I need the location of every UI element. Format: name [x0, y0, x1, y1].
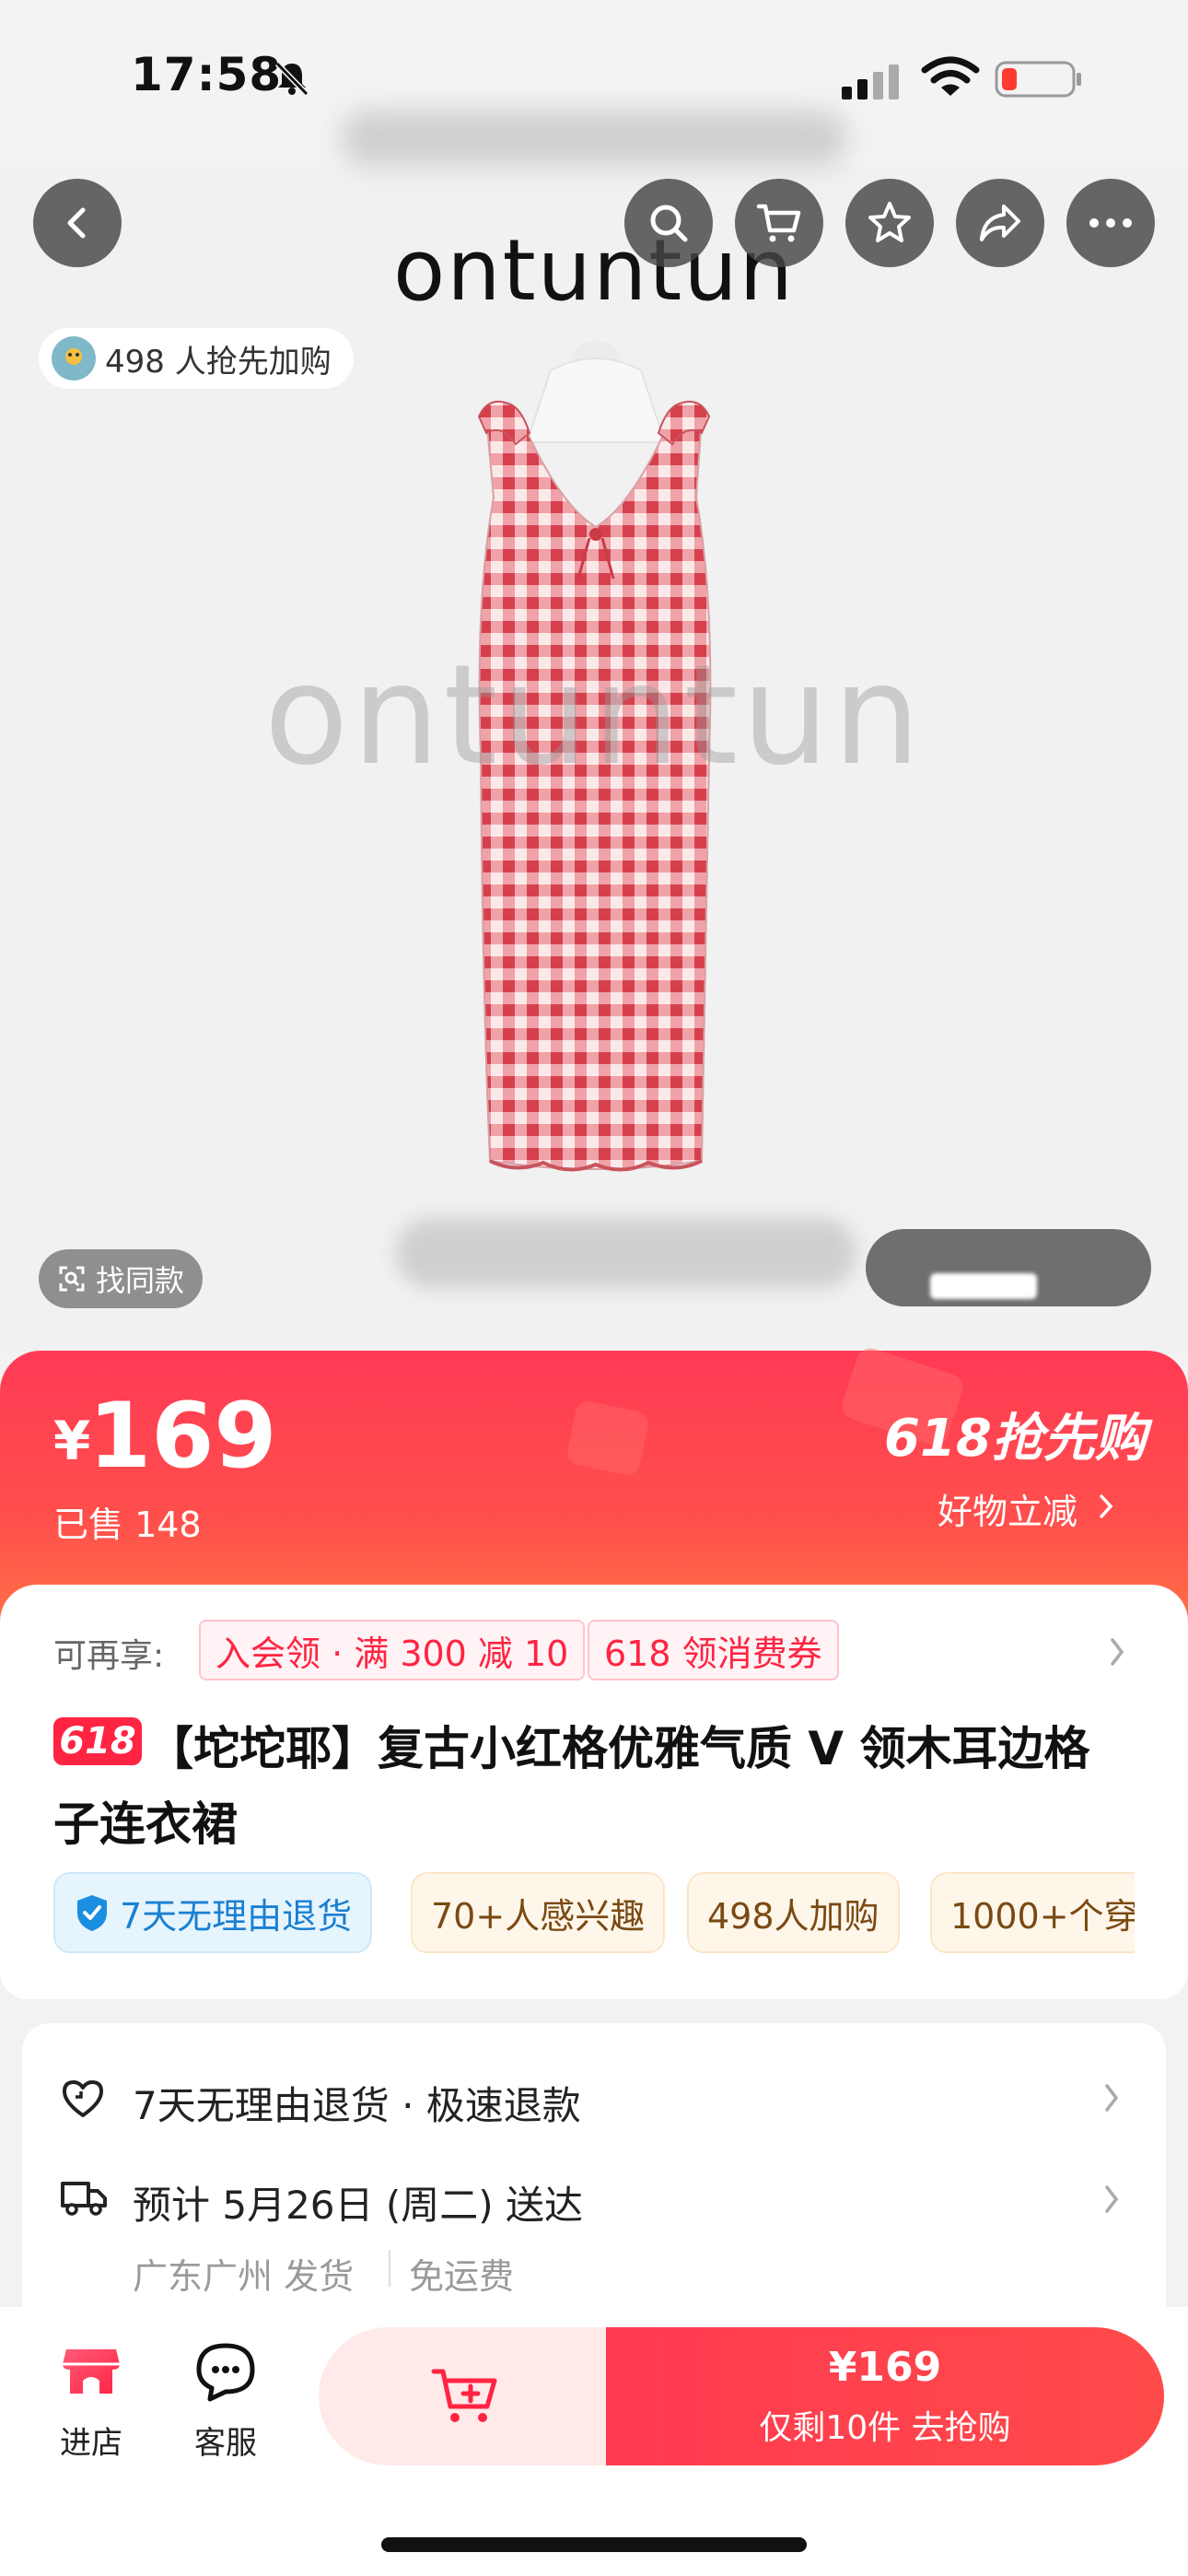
user-avatar-icon — [52, 336, 96, 381]
tag-return-label: 7天无理由退货 — [120, 1895, 353, 1937]
promo-title: 618抢先购 — [884, 1409, 1147, 1469]
delivery-truck-icon — [61, 2182, 107, 2216]
star-icon — [868, 202, 911, 242]
tag-wear-count[interactable]: 1000+个穿 — [930, 1872, 1135, 1953]
service-label: 客服 — [194, 2425, 257, 2462]
rush-purchase-pill: 498 人抢先加购 — [39, 328, 354, 389]
home-indicator — [381, 2537, 807, 2552]
product-title-line2: 子连衣裙 — [53, 1797, 238, 1851]
find-similar-label: 找同款 — [96, 1263, 185, 1298]
blurred-action-chip-label — [930, 1273, 1037, 1299]
delivery-estimate-text[interactable]: 预计 5月26日 (周二) 送达 — [133, 2174, 583, 2231]
scan-icon — [59, 1266, 85, 1292]
shipping-fee-text: 免运费 — [409, 2256, 515, 2297]
coupon-decoration-icon — [567, 1401, 648, 1475]
chevron-right-icon[interactable] — [1107, 1636, 1127, 1668]
coupon-member-tag[interactable]: 入会领 · 满 300 减 10 — [199, 1620, 586, 1680]
find-similar-button[interactable]: 找同款 — [39, 1249, 204, 1308]
chevron-right-icon[interactable] — [1101, 2082, 1122, 2113]
store-icon — [63, 2349, 120, 2394]
shield-check-icon — [77, 1895, 107, 1931]
price-currency: ¥ — [53, 1410, 91, 1472]
status-time: 17:58 — [131, 48, 283, 101]
more-dots-icon — [1089, 218, 1132, 228]
wifi-icon — [921, 56, 980, 96]
chevron-right-icon — [1100, 1494, 1113, 1518]
sold-count: 已售 148 — [53, 1505, 202, 1545]
promo-discount-link[interactable]: 好物立减 — [938, 1483, 1077, 1534]
search-icon — [650, 205, 688, 242]
divider — [389, 2250, 390, 2287]
rush-count-text: 498 人抢先加购 — [105, 343, 332, 381]
bell-muted-icon — [274, 61, 309, 97]
share-icon — [980, 205, 1020, 241]
cart-button[interactable] — [735, 179, 823, 267]
store-button[interactable]: 进店 — [41, 2340, 142, 2469]
blurred-header-overlay — [341, 111, 847, 166]
cart-icon — [756, 204, 801, 242]
coupon-label: 可再享: — [53, 1637, 165, 1675]
more-button[interactable] — [1066, 179, 1155, 267]
ship-from-text: 广东广州 发货 — [133, 2256, 355, 2297]
tag-7day-return[interactable]: 7天无理由退货 — [53, 1872, 373, 1953]
chevron-left-icon — [67, 207, 86, 239]
battery-low-icon — [995, 61, 1081, 98]
store-label: 进店 — [60, 2425, 122, 2462]
chevron-right-icon[interactable] — [1101, 2184, 1122, 2215]
product-title-line1: 【坨坨耶】复古小红格优雅气质 V 领木耳边格 — [147, 1722, 1090, 1775]
add-to-cart-button[interactable] — [319, 2327, 613, 2465]
search-button[interactable] — [624, 179, 713, 267]
back-button[interactable] — [33, 179, 122, 267]
return-policy-text[interactable]: 7天无理由退货 · 极速退款 — [133, 2075, 581, 2131]
brand-watermark: ontuntun — [263, 636, 925, 796]
buy-now-button[interactable]: ¥169 仅剩10件 去抢购 — [606, 2327, 1164, 2465]
chat-headset-icon — [196, 2343, 255, 2402]
blurred-caption — [396, 1218, 856, 1288]
add-cart-icon — [431, 2369, 497, 2422]
customer-service-button[interactable]: 客服 — [175, 2340, 276, 2469]
buy-stock-text: 仅剩10件 去抢购 — [759, 2409, 1011, 2447]
heart-return-icon — [63, 2080, 103, 2117]
tag-interest[interactable]: 70+人感兴趣 — [411, 1872, 666, 1953]
tag-add-to-cart-count[interactable]: 498人加购 — [687, 1872, 900, 1953]
share-button[interactable] — [956, 179, 1044, 267]
favorite-button[interactable] — [845, 179, 934, 267]
coupon-618-tag[interactable]: 618 领消费券 — [588, 1620, 839, 1680]
buy-price: ¥169 — [828, 2344, 942, 2391]
badge-618: 618 — [53, 1717, 142, 1765]
price-value: 169 — [88, 1384, 277, 1489]
cellular-signal-icon — [842, 64, 899, 100]
